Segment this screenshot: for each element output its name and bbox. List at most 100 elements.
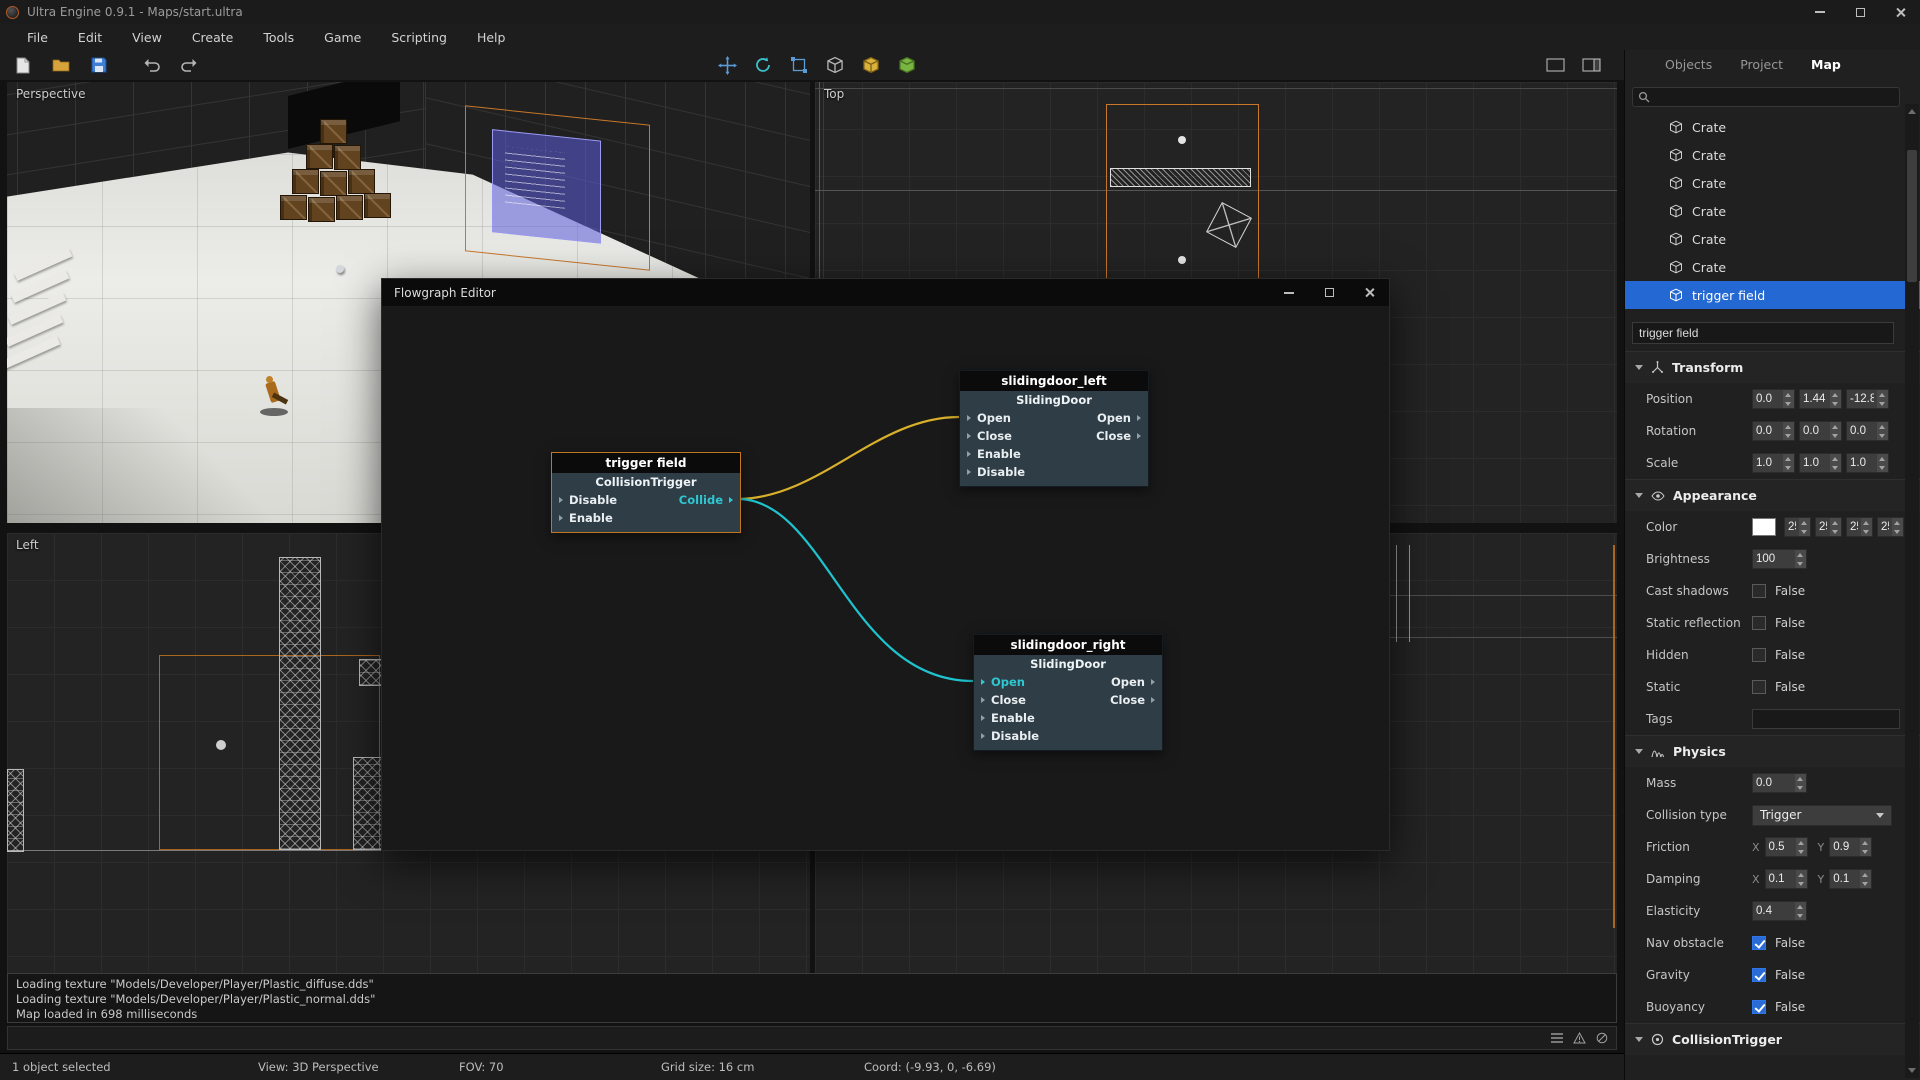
brightness-field[interactable] xyxy=(1752,549,1807,569)
section-transform[interactable]: Transform xyxy=(1625,351,1920,383)
section-collision-trigger[interactable]: CollisionTrigger xyxy=(1625,1023,1920,1055)
scale-tool-button[interactable] xyxy=(784,52,814,78)
node-trigger-field[interactable]: trigger field CollisionTrigger Disable C… xyxy=(551,452,741,533)
list-item-crate[interactable]: Crate xyxy=(1625,253,1920,281)
flowgraph-close-button[interactable] xyxy=(1349,279,1389,306)
rotation-x-field[interactable] xyxy=(1752,421,1795,441)
output-open[interactable]: Open xyxy=(1097,411,1141,425)
node-title[interactable]: trigger field xyxy=(552,453,740,473)
position-z-field[interactable] xyxy=(1846,389,1889,409)
input-disable[interactable]: Disable xyxy=(559,493,617,507)
position-x-field[interactable] xyxy=(1752,389,1795,409)
scale-z-field[interactable] xyxy=(1846,453,1889,473)
flowgraph-canvas[interactable]: trigger field CollisionTrigger Disable C… xyxy=(382,306,1389,850)
scale-x-field[interactable] xyxy=(1752,453,1795,473)
input-close[interactable]: Close xyxy=(981,693,1026,707)
elasticity-field[interactable] xyxy=(1752,901,1807,921)
color-a-field[interactable] xyxy=(1877,517,1904,537)
static-checkbox[interactable] xyxy=(1752,680,1766,694)
tags-field[interactable] xyxy=(1752,709,1900,729)
list-item-crate[interactable]: Crate xyxy=(1625,169,1920,197)
search-input[interactable] xyxy=(1654,91,1894,103)
undo-button[interactable] xyxy=(136,52,166,78)
section-physics[interactable]: Physics xyxy=(1625,735,1920,767)
section-appearance[interactable]: Appearance xyxy=(1625,479,1920,511)
paint-tool-button[interactable] xyxy=(892,52,922,78)
menu-tools[interactable]: Tools xyxy=(248,24,309,50)
position-y-field[interactable] xyxy=(1799,389,1842,409)
menu-create[interactable]: Create xyxy=(177,24,249,50)
solid-cube-tool-button[interactable] xyxy=(856,52,886,78)
wire-cube-tool-button[interactable] xyxy=(820,52,850,78)
input-enable[interactable]: Enable xyxy=(981,711,1035,725)
mass-field[interactable] xyxy=(1752,773,1807,793)
move-tool-button[interactable] xyxy=(712,52,742,78)
rotation-y-field[interactable] xyxy=(1799,421,1842,441)
node-title[interactable]: slidingdoor_right xyxy=(974,635,1162,655)
crate-stack[interactable] xyxy=(280,117,396,223)
scroll-down-icon[interactable] xyxy=(1908,1068,1916,1073)
output-close[interactable]: Close xyxy=(1110,693,1155,707)
warnings-icon[interactable] xyxy=(1573,1032,1586,1044)
color-swatch[interactable] xyxy=(1752,518,1776,536)
scale-y-field[interactable] xyxy=(1799,453,1842,473)
input-disable[interactable]: Disable xyxy=(981,729,1039,743)
list-item-crate[interactable]: Crate xyxy=(1625,225,1920,253)
scrollbar-thumb[interactable] xyxy=(1907,150,1917,282)
open-button[interactable] xyxy=(46,52,76,78)
list-item-crate[interactable]: Crate xyxy=(1625,141,1920,169)
node-title[interactable]: slidingdoor_left xyxy=(960,371,1148,391)
scroll-up-icon[interactable] xyxy=(1908,109,1916,114)
panel-scrollbar[interactable] xyxy=(1905,104,1919,1078)
hidden-checkbox[interactable] xyxy=(1752,648,1766,662)
layout-single-button[interactable] xyxy=(1540,52,1570,78)
sliding-door-ghost[interactable] xyxy=(491,129,601,244)
selection-rect-leftview[interactable] xyxy=(159,655,380,850)
input-close[interactable]: Close xyxy=(967,429,1012,443)
color-b-field[interactable] xyxy=(1846,517,1873,537)
input-disable[interactable]: Disable xyxy=(967,465,1025,479)
flowgraph-maximize-button[interactable] xyxy=(1309,279,1349,306)
input-open[interactable]: Open xyxy=(981,675,1025,689)
buoyancy-checkbox[interactable] xyxy=(1752,1000,1766,1014)
player-character[interactable] xyxy=(256,364,300,422)
console-log[interactable]: Loading texture "Models/Developer/Player… xyxy=(7,973,1617,1023)
redo-button[interactable] xyxy=(174,52,204,78)
color-r-field[interactable] xyxy=(1784,517,1811,537)
selection-rect-trigger-field[interactable] xyxy=(1106,104,1258,280)
input-open[interactable]: Open xyxy=(967,411,1011,425)
collision-type-dropdown[interactable]: Trigger xyxy=(1752,805,1892,826)
list-item-crate[interactable]: Crate xyxy=(1625,113,1920,141)
flowgraph-editor-window[interactable]: Flowgraph Editor trigger field Collision… xyxy=(381,278,1390,851)
input-enable[interactable]: Enable xyxy=(559,511,613,525)
minimize-button[interactable] xyxy=(1800,0,1840,24)
list-item-trigger-field[interactable]: trigger field xyxy=(1625,281,1920,309)
input-enable[interactable]: Enable xyxy=(967,447,1021,461)
output-open[interactable]: Open xyxy=(1111,675,1155,689)
entity-name-field[interactable] xyxy=(1632,322,1894,344)
menu-scripting[interactable]: Scripting xyxy=(376,24,462,50)
maximize-button[interactable] xyxy=(1840,0,1880,24)
save-button[interactable] xyxy=(84,52,114,78)
errors-icon[interactable] xyxy=(1596,1032,1608,1044)
output-close[interactable]: Close xyxy=(1096,429,1141,443)
tab-map[interactable]: Map xyxy=(1797,57,1855,72)
menu-view[interactable]: View xyxy=(117,24,177,50)
menu-file[interactable]: File xyxy=(12,24,63,50)
tab-objects[interactable]: Objects xyxy=(1651,57,1726,72)
menu-game[interactable]: Game xyxy=(309,24,376,50)
log-list-icon[interactable] xyxy=(1551,1033,1563,1043)
damping-x-field[interactable] xyxy=(1765,869,1808,889)
friction-x-field[interactable] xyxy=(1765,837,1808,857)
rotate-tool-button[interactable] xyxy=(748,52,778,78)
list-item-crate[interactable]: Crate xyxy=(1625,197,1920,225)
rotation-z-field[interactable] xyxy=(1846,421,1889,441)
gravity-checkbox[interactable] xyxy=(1752,968,1766,982)
menu-help[interactable]: Help xyxy=(462,24,521,50)
nav-obstacle-checkbox[interactable] xyxy=(1752,936,1766,950)
node-slidingdoor-left[interactable]: slidingdoor_left SlidingDoor Open Open C… xyxy=(959,370,1149,487)
node-slidingdoor-right[interactable]: slidingdoor_right SlidingDoor Open Open … xyxy=(973,634,1163,751)
friction-y-field[interactable] xyxy=(1829,837,1872,857)
menu-edit[interactable]: Edit xyxy=(63,24,117,50)
static-reflection-checkbox[interactable] xyxy=(1752,616,1766,630)
